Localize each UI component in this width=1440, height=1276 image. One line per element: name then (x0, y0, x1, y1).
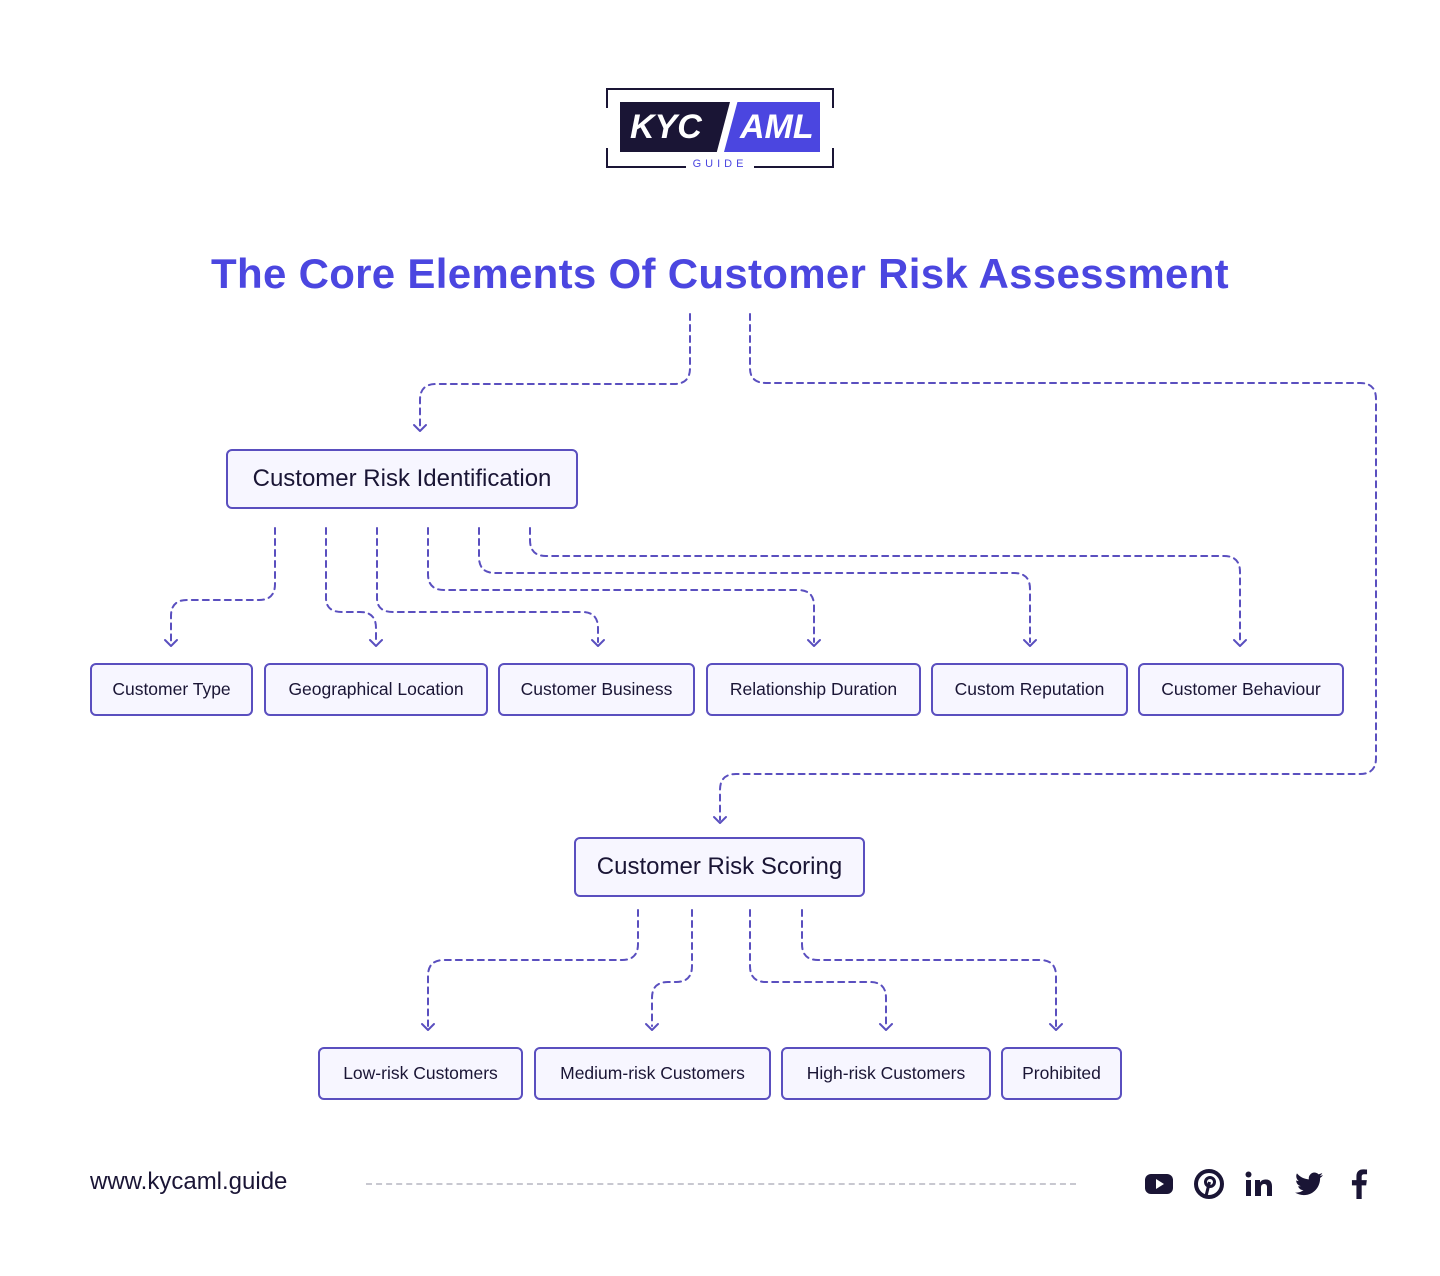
logo-kyc-text: KYC (620, 102, 730, 152)
node-low-risk-customers: Low-risk Customers (318, 1047, 523, 1100)
node-label: Customer Behaviour (1161, 679, 1321, 699)
connector-custom-reputation (478, 527, 1031, 643)
arrowhead-icon (591, 639, 605, 647)
connector-customer-business (376, 527, 599, 643)
node-label: High-risk Customers (806, 1063, 966, 1083)
node-geographical-location: Geographical Location (264, 663, 488, 716)
connector-medium-risk (651, 909, 693, 1027)
arrowhead-icon (1023, 639, 1037, 647)
node-customer-business: Customer Business (498, 663, 695, 716)
node-prohibited: Prohibited (1001, 1047, 1122, 1100)
node-custom-reputation: Custom Reputation (931, 663, 1128, 716)
connector-customer-behaviour (529, 527, 1241, 643)
node-medium-risk-customers: Medium-risk Customers (534, 1047, 771, 1100)
kycaml-logo: KYC AML GUIDE (606, 88, 834, 170)
node-label: Medium-risk Customers (560, 1063, 745, 1083)
arrowhead-icon (645, 1023, 659, 1031)
node-label: Geographical Location (288, 679, 464, 699)
connector-high-risk (749, 909, 887, 1027)
node-label: Customer Business (520, 679, 673, 699)
twitter-icon[interactable] (1284, 1166, 1334, 1202)
node-relationship-duration: Relationship Duration (706, 663, 921, 716)
connector-relationship-duration (427, 527, 815, 643)
arrowhead-icon (413, 424, 427, 432)
connector-title-scoring (719, 313, 1377, 821)
footer-divider (366, 1183, 1076, 1185)
node-label: Custom Reputation (954, 679, 1105, 699)
website-link[interactable]: www.kycaml.guide (90, 1168, 287, 1196)
logo-aml-text: AML (724, 102, 820, 152)
node-customer-risk-identification: Customer Risk Identification (226, 449, 578, 509)
arrowhead-icon (807, 639, 821, 647)
connector-customer-type (170, 527, 276, 643)
arrowhead-icon (164, 639, 178, 647)
node-customer-behaviour: Customer Behaviour (1138, 663, 1344, 716)
facebook-icon[interactable] (1334, 1166, 1384, 1202)
arrowhead-icon (1233, 639, 1247, 647)
arrowhead-icon (369, 639, 383, 647)
node-customer-type: Customer Type (90, 663, 253, 716)
node-label: Customer Risk Scoring (596, 853, 843, 880)
pinterest-icon[interactable] (1184, 1166, 1234, 1202)
node-customer-risk-scoring: Customer Risk Scoring (574, 837, 865, 897)
connector-title-identification (419, 313, 691, 429)
youtube-icon[interactable] (1134, 1166, 1184, 1202)
node-label: Relationship Duration (729, 679, 898, 699)
arrowhead-icon (421, 1023, 435, 1031)
connector-low-risk (427, 909, 639, 1027)
logo-guide-text: GUIDE (692, 158, 748, 170)
arrowhead-icon (713, 816, 727, 824)
arrowhead-icon (1049, 1023, 1063, 1031)
node-high-risk-customers: High-risk Customers (781, 1047, 991, 1100)
node-label: Customer Risk Identification (252, 465, 552, 492)
connector-geographical-location (325, 527, 377, 643)
node-label: Customer Type (112, 679, 231, 699)
arrowhead-icon (879, 1023, 893, 1031)
node-label: Low-risk Customers (343, 1063, 498, 1083)
connector-prohibited (801, 909, 1057, 1027)
node-label: Prohibited (1022, 1063, 1101, 1083)
social-links (1134, 1166, 1384, 1202)
linkedin-icon[interactable] (1234, 1166, 1284, 1202)
page-title: The Core Elements Of Customer Risk Asses… (211, 250, 1229, 297)
